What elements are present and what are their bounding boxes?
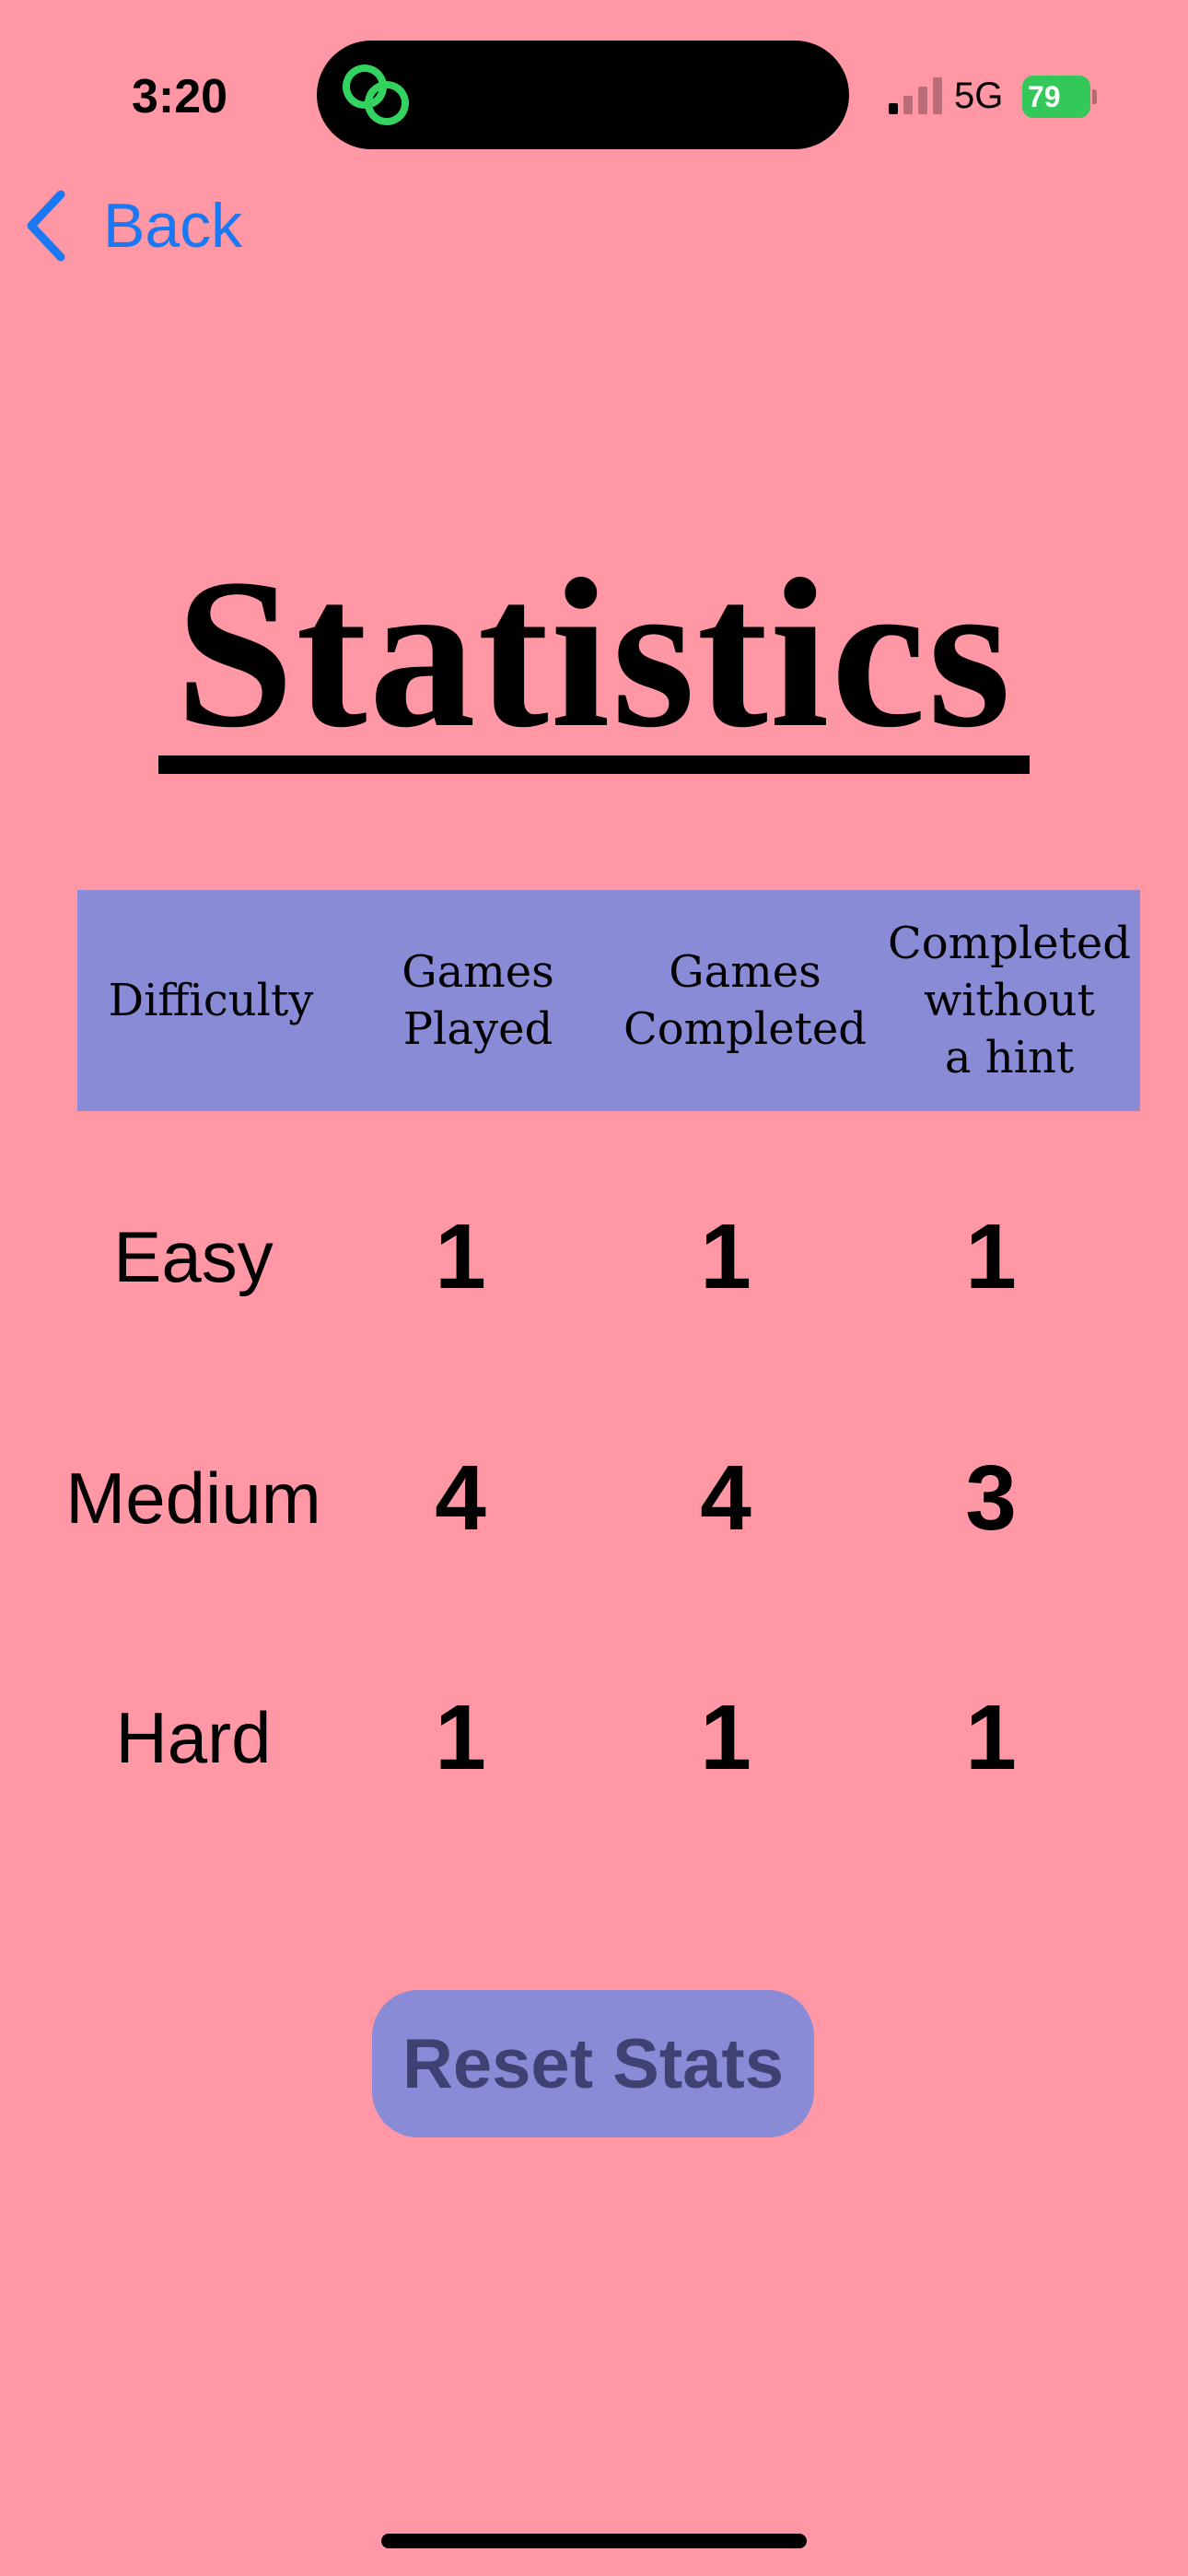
linked-rings-icon bbox=[343, 64, 409, 125]
table-row: Hard 1 1 1 bbox=[0, 1673, 1188, 1802]
dynamic-island bbox=[317, 41, 849, 149]
header-completed-without-hint: Completed without a hint bbox=[887, 918, 1132, 1083]
battery-level: 79 bbox=[1022, 76, 1090, 118]
home-indicator[interactable] bbox=[381, 2534, 807, 2548]
completed-without-hint-value: 1 bbox=[965, 1205, 1017, 1308]
chevron-left-icon bbox=[27, 190, 65, 262]
back-label: Back bbox=[103, 191, 243, 261]
games-completed-value: 1 bbox=[700, 1686, 751, 1789]
header-difficulty: Difficulty bbox=[108, 975, 314, 1026]
completed-without-hint-value: 1 bbox=[965, 1686, 1017, 1789]
games-played-value: 1 bbox=[435, 1205, 486, 1308]
row-difficulty-label: Medium bbox=[65, 1458, 321, 1539]
network-label: 5G bbox=[954, 76, 1004, 116]
games-played-value: 1 bbox=[435, 1686, 486, 1789]
row-difficulty-label: Hard bbox=[115, 1697, 272, 1778]
battery-cap bbox=[1092, 89, 1097, 104]
cellular-signal-icon bbox=[889, 77, 942, 114]
page-title: Statistics bbox=[175, 535, 1013, 772]
back-button[interactable]: Back bbox=[24, 184, 242, 267]
games-played-value: 4 bbox=[435, 1446, 486, 1550]
stats-table-header: Difficulty Games Played Games Completed … bbox=[77, 890, 1140, 1111]
completed-without-hint-value: 3 bbox=[965, 1446, 1017, 1550]
table-row: Easy 1 1 1 bbox=[0, 1192, 1188, 1321]
title-underline bbox=[158, 755, 1030, 774]
status-time: 3:20 bbox=[131, 70, 228, 123]
battery-charging-icon: 79 bbox=[1022, 76, 1097, 118]
games-completed-value: 1 bbox=[700, 1205, 751, 1308]
header-games-completed: Games Completed bbox=[623, 946, 868, 1055]
reset-stats-button[interactable]: Reset Stats bbox=[372, 1990, 814, 2137]
row-difficulty-label: Easy bbox=[113, 1216, 274, 1297]
header-games-played: Games Played bbox=[402, 946, 554, 1055]
table-row: Medium 4 4 3 bbox=[0, 1434, 1188, 1563]
games-completed-value: 4 bbox=[700, 1446, 751, 1550]
